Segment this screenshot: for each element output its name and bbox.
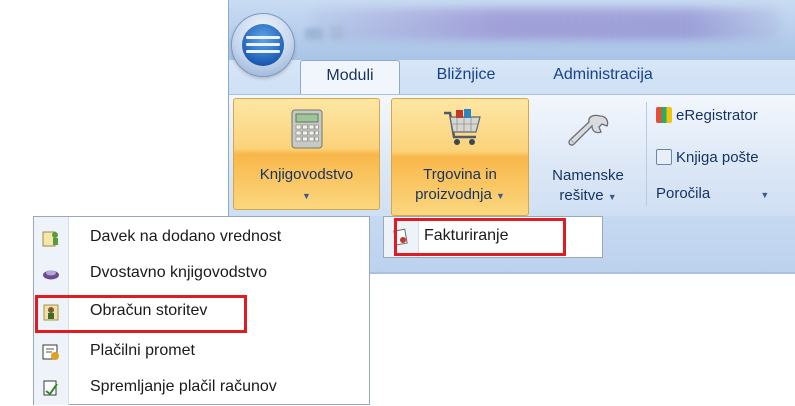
trgovina-label-line2: proizvodnja ▼ <box>415 186 505 203</box>
menu-item-label: Davek na dodano vrednost <box>90 228 282 245</box>
quick-access-save-icon[interactable] <box>305 28 323 40</box>
tab-administracija[interactable]: Administracija <box>528 60 678 94</box>
quick-access-undo-icon[interactable] <box>330 26 344 40</box>
calculator-icon <box>291 109 323 149</box>
double-entry-icon <box>43 270 59 280</box>
tab-bliznjice[interactable]: Bližnjice <box>416 60 516 94</box>
chevron-down-icon: ▼ <box>302 191 311 201</box>
namenske-label-line2: rešitve ▼ <box>559 187 617 204</box>
menu-item-label: Dvostavno knjigovodstvo <box>90 264 267 281</box>
menu-item-dvostavno[interactable]: Dvostavno knjigovodstvo <box>34 256 369 292</box>
knjiga-poste-label: Knjiga pošte <box>676 149 759 166</box>
shopping-cart-icon <box>444 109 481 145</box>
chevron-down-icon: ▼ <box>495 191 505 201</box>
trgovina-label-line1: Trgovina in <box>423 166 497 183</box>
mail-book-icon <box>656 149 672 165</box>
payment-document-icon <box>42 344 59 360</box>
books-icon <box>656 107 672 123</box>
highlight-box-obracun <box>35 295 247 333</box>
menu-item-davek[interactable]: Davek na dodano vrednost <box>34 220 369 256</box>
menu-item-spremljanje[interactable]: Spremljanje plačil računov <box>34 370 369 406</box>
menu-item-label: Spremljanje plačil računov <box>90 378 277 395</box>
knjiga-poste-button[interactable]: Knjiga pošte <box>656 146 759 170</box>
porocila-button[interactable]: Poročila ▼ <box>656 182 769 206</box>
content-area <box>370 274 795 405</box>
eregistrator-button[interactable]: eRegistrator <box>656 104 758 128</box>
chevron-down-icon: ▼ <box>760 190 770 200</box>
namenske-resitve-button[interactable]: Namenske rešitve ▼ <box>538 98 638 216</box>
menu-item-placilni[interactable]: Plačilni promet <box>34 334 369 370</box>
ribbon-separator <box>646 102 647 206</box>
porocila-label: Poročila <box>656 185 711 202</box>
knjigovodstvo-button[interactable]: Knjigovodstvo ▼ <box>233 98 380 210</box>
trgovina-proizvodnja-button[interactable]: Trgovina in proizvodnja ▼ <box>391 98 529 216</box>
eregistrator-label: eRegistrator <box>676 107 758 124</box>
invoice-tracking-icon <box>43 380 58 396</box>
desktop-background <box>0 0 228 210</box>
chevron-down-icon: ▼ <box>607 192 617 202</box>
vat-people-icon <box>42 231 58 247</box>
wrench-icon <box>568 114 609 146</box>
menu-item-label: Plačilni promet <box>90 342 195 359</box>
tab-moduli[interactable]: Moduli <box>300 60 400 94</box>
window-title-blurred <box>310 8 780 40</box>
highlight-box-fakturiranje <box>394 218 566 256</box>
knjigovodstvo-label: Knjigovodstvo <box>259 166 354 183</box>
namenske-label-line1: Namenske <box>552 167 624 184</box>
application-logo-icon <box>242 24 284 66</box>
